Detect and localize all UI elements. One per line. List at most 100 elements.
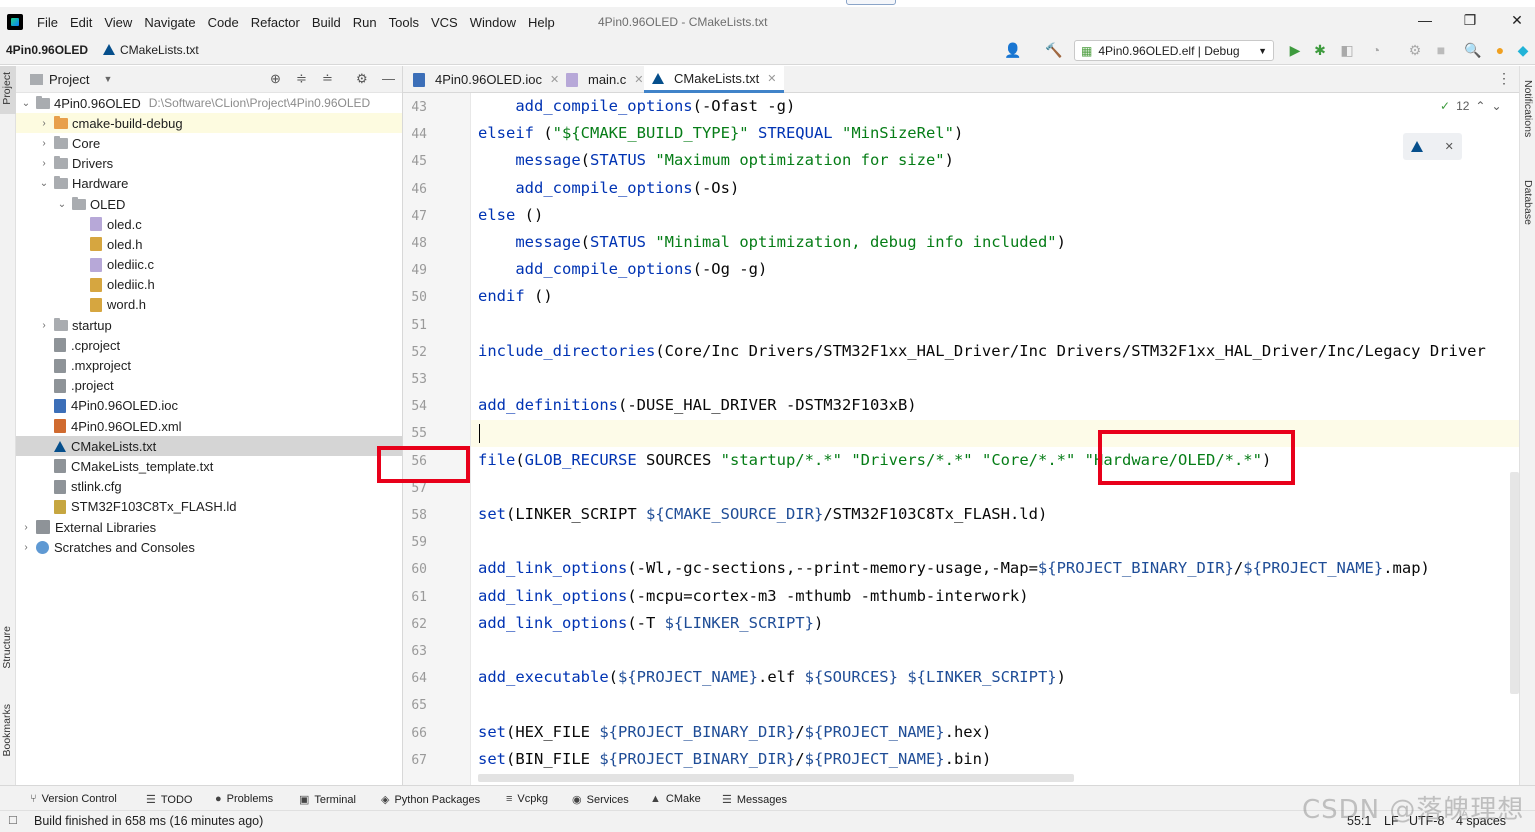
tree-item[interactable]: .cproject	[16, 335, 402, 355]
line-number[interactable]: 51	[403, 318, 427, 333]
tool-window-vcpkg[interactable]: ≡ Vcpkg	[506, 793, 548, 805]
horizontal-scrollbar[interactable]	[478, 774, 1074, 782]
tree-item[interactable]: .project	[16, 376, 402, 396]
tree-item[interactable]: › Drivers	[16, 154, 402, 174]
tab-ioc[interactable]: 4Pin0.96OLED.ioc ✕	[405, 66, 567, 93]
chevron-right-icon[interactable]: ›	[20, 522, 32, 533]
tree-item[interactable]: oled.c	[16, 214, 402, 234]
tree-item[interactable]: .mxproject	[16, 355, 402, 375]
more-options-icon[interactable]: ⋮	[1497, 70, 1511, 87]
debug-bug-icon[interactable]: ✱	[1311, 42, 1329, 59]
structure-tool-button[interactable]: Structure	[1, 626, 13, 669]
update-icon[interactable]: ●	[1491, 42, 1509, 58]
code-line[interactable]: add_link_options(-T ${LINKER_SCRIPT})	[478, 614, 823, 632]
tree-item[interactable]: word.h	[16, 295, 402, 315]
code-editor[interactable]: add_compile_options(-Ofast -g) elseif ("$…	[471, 93, 1519, 785]
tree-item[interactable]: › External Libraries	[16, 517, 402, 537]
line-number[interactable]: 55	[403, 426, 427, 441]
attach-icon[interactable]: ⚙	[1406, 42, 1424, 59]
line-number[interactable]: 60	[403, 562, 427, 577]
tab-main-c[interactable]: main.c ✕	[558, 66, 652, 93]
status-toggle-icon[interactable]: ☐	[8, 814, 18, 827]
tool-window-todo[interactable]: ☰ TODO	[146, 793, 192, 807]
code-line[interactable]: add_definitions(-DUSE_HAL_DRIVER -DSTM32…	[478, 396, 917, 414]
line-number[interactable]: 48	[403, 236, 427, 251]
tree-root[interactable]: ⌄ 4Pin0.96OLED D:\Software\CLion\Project…	[16, 93, 402, 113]
code-line[interactable]: include_directories(Core/Inc Drivers/STM…	[478, 342, 1486, 360]
gear-icon[interactable]: ⚙	[356, 71, 368, 87]
line-number[interactable]: 62	[403, 617, 427, 632]
restore-button[interactable]: ❐	[1460, 12, 1480, 29]
project-panel-title[interactable]: Project	[49, 72, 89, 87]
tree-item[interactable]: CMakeLists_template.txt	[16, 456, 402, 476]
line-number[interactable]: 54	[403, 399, 427, 414]
chevron-right-icon[interactable]: ›	[38, 158, 50, 169]
chevron-down-icon[interactable]: ⌄	[1491, 99, 1501, 113]
code-line[interactable]: set(HEX_FILE ${PROJECT_BINARY_DIR}/${PRO…	[478, 723, 991, 741]
line-number[interactable]: 50	[403, 290, 427, 305]
window-tab-handle[interactable]	[846, 0, 896, 5]
close-window-button[interactable]: ✕	[1507, 12, 1527, 29]
stop-icon[interactable]: ■	[1432, 42, 1450, 58]
tool-window-messages[interactable]: ☰ Messages	[722, 793, 787, 807]
code-line[interactable]: endif ()	[478, 287, 553, 305]
tree-item[interactable]: olediic.h	[16, 275, 402, 295]
tree-item[interactable]: › Scratches and Consoles	[16, 537, 402, 557]
menu-refactor[interactable]: Refactor	[251, 15, 300, 30]
chevron-right-icon[interactable]: ›	[20, 542, 32, 553]
line-number[interactable]: 43	[403, 100, 427, 115]
build-hammer-icon[interactable]: 🔨	[1045, 42, 1063, 59]
tree-item[interactable]: ⌄ OLED	[16, 194, 402, 214]
close-icon[interactable]: ✕	[767, 72, 776, 85]
breadcrumb-project[interactable]: 4Pin0.96OLED	[6, 43, 88, 57]
code-line[interactable]: add_compile_options(-Og -g)	[478, 260, 767, 278]
tool-window-terminal[interactable]: ▣ Terminal	[299, 793, 356, 807]
chevron-right-icon[interactable]: ›	[38, 320, 50, 331]
tool-window-problems[interactable]: ● Problems	[215, 793, 273, 805]
run-icon[interactable]: ▶	[1286, 42, 1304, 59]
chevron-down-icon[interactable]: ⌄	[56, 199, 68, 210]
menu-window[interactable]: Window	[470, 15, 516, 30]
tree-item[interactable]: STM32F103C8Tx_FLASH.ld	[16, 497, 402, 517]
tree-item[interactable]: 4Pin0.96OLED.ioc	[16, 396, 402, 416]
line-number[interactable]: 53	[403, 372, 427, 387]
menu-edit[interactable]: Edit	[70, 15, 92, 30]
chevron-down-icon[interactable]: ⌄	[38, 178, 50, 189]
menu-code[interactable]: Code	[208, 15, 239, 30]
bookmarks-tool-button[interactable]: Bookmarks	[1, 704, 13, 757]
locate-file-icon[interactable]: ⊕	[270, 71, 281, 87]
code-line[interactable]: message(STATUS "Minimal optimization, de…	[478, 233, 1066, 251]
chevron-down-icon[interactable]: ▼	[103, 74, 112, 84]
line-number[interactable]: 45	[403, 154, 427, 169]
menu-run[interactable]: Run	[353, 15, 377, 30]
tree-item[interactable]: › Core	[16, 133, 402, 153]
line-number[interactable]: 64	[403, 671, 427, 686]
code-line[interactable]: add_executable(${PROJECT_NAME}.elf ${SOU…	[478, 668, 1066, 686]
line-number[interactable]: 58	[403, 508, 427, 523]
jetbrains-icon[interactable]: ◆	[1514, 42, 1532, 59]
code-line[interactable]: set(BIN_FILE ${PROJECT_BINARY_DIR}/${PRO…	[478, 750, 991, 768]
status-message[interactable]: Build finished in 658 ms (16 minutes ago…	[34, 814, 263, 828]
cmake-reload-icon[interactable]	[1411, 141, 1424, 152]
chevron-down-icon[interactable]: ⌄	[20, 98, 32, 109]
menu-view[interactable]: View	[104, 15, 132, 30]
line-number[interactable]: 65	[403, 698, 427, 713]
line-number[interactable]: 49	[403, 263, 427, 278]
collapse-all-icon[interactable]: ≐	[322, 71, 333, 87]
tree-item[interactable]: oled.h	[16, 234, 402, 254]
code-line[interactable]: add_link_options(-Wl,-gc-sections,--prin…	[478, 559, 1430, 577]
line-number[interactable]: 63	[403, 644, 427, 659]
line-number[interactable]: 59	[403, 535, 427, 550]
clion-logo-icon[interactable]	[7, 14, 23, 30]
menu-build[interactable]: Build	[312, 15, 341, 30]
line-number[interactable]: 57	[403, 481, 427, 496]
inspection-widget[interactable]: ✓ 12 ⌃ ⌄	[1440, 99, 1502, 113]
hide-icon[interactable]: —	[382, 71, 395, 86]
line-number[interactable]: 66	[403, 726, 427, 741]
line-number[interactable]: 44	[403, 127, 427, 142]
tree-item[interactable]: › startup	[16, 315, 402, 335]
code-line[interactable]: set(LINKER_SCRIPT ${CMAKE_SOURCE_DIR}/ST…	[478, 505, 1047, 523]
chevron-up-icon[interactable]: ⌃	[1475, 99, 1485, 113]
line-number[interactable]: 61	[403, 590, 427, 605]
tree-item[interactable]: › cmake-build-debug	[16, 113, 402, 134]
